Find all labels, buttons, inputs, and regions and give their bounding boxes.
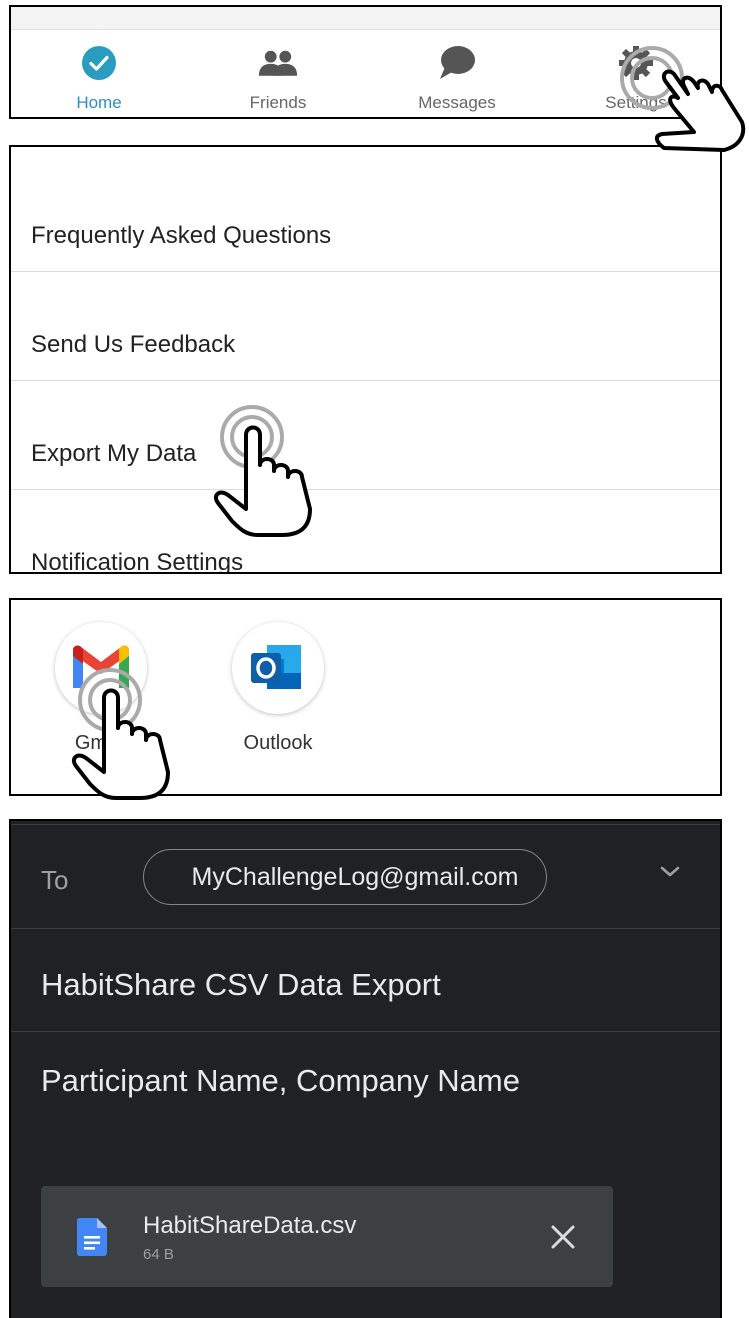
people-icon [258, 43, 298, 83]
document-icon [77, 1218, 107, 1261]
list-item-export-data[interactable]: Export My Data [11, 382, 720, 490]
gmail-icon [55, 622, 147, 714]
share-target-outlook[interactable]: Outlook [230, 622, 326, 755]
subject-field[interactable]: HabitShare CSV Data Export [41, 967, 441, 1003]
chat-bubble-icon [437, 43, 477, 83]
nav-label-messages: Messages [418, 93, 496, 112]
nav-tab-messages[interactable]: Messages [397, 43, 517, 113]
body-field[interactable]: Participant Name, Company Name [41, 1063, 520, 1099]
nav-tab-friends[interactable]: Friends [218, 43, 338, 113]
outlook-icon [232, 622, 324, 714]
share-label-gmail: Gmail [74, 732, 128, 754]
share-label-outlook: Outlook [243, 732, 313, 754]
attachment-size: 64 B [143, 1246, 174, 1263]
list-item-notification-settings[interactable]: Notification Settings [11, 491, 720, 574]
nav-label-settings: Settings [605, 93, 667, 112]
list-item-label: Export My Data [31, 440, 197, 467]
share-target-gmail[interactable]: Gmail [53, 622, 149, 755]
nav-tab-settings[interactable]: Settings [576, 43, 696, 113]
nav-top-strip [11, 7, 720, 30]
list-item-label: Notification Settings [31, 549, 244, 574]
bottom-nav-panel: Home Friends Messages Settings [9, 5, 722, 119]
chevron-down-icon[interactable] [657, 861, 683, 886]
divider [11, 824, 720, 825]
list-item-feedback[interactable]: Send Us Feedback [11, 273, 720, 381]
settings-list-panel: Frequently Asked Questions Send Us Feedb… [9, 145, 722, 574]
recipient-chip[interactable]: MyChallengeLog@gmail.com [143, 849, 547, 905]
nav-tab-home[interactable]: Home [39, 43, 159, 113]
check-circle-icon [79, 43, 119, 83]
remove-attachment-button[interactable] [545, 1219, 581, 1255]
attachment-name: HabitShareData.csv [143, 1212, 357, 1239]
to-label: To [41, 865, 69, 895]
list-item-faq[interactable]: Frequently Asked Questions [11, 164, 720, 272]
nav-label-home: Home [76, 93, 122, 112]
attachment-card[interactable]: HabitShareData.csv 64 B [41, 1186, 613, 1287]
list-item-label: Frequently Asked Questions [31, 222, 332, 249]
list-item-label: Send Us Feedback [31, 331, 236, 358]
divider [11, 1031, 720, 1032]
close-icon [551, 1225, 575, 1249]
gear-icon [616, 43, 656, 83]
email-compose-panel: To MyChallengeLog@gmail.com HabitShare C… [9, 819, 722, 1318]
nav-label-friends: Friends [249, 93, 307, 112]
share-targets-panel: Gmail Outlook [9, 598, 722, 796]
divider [11, 928, 720, 929]
